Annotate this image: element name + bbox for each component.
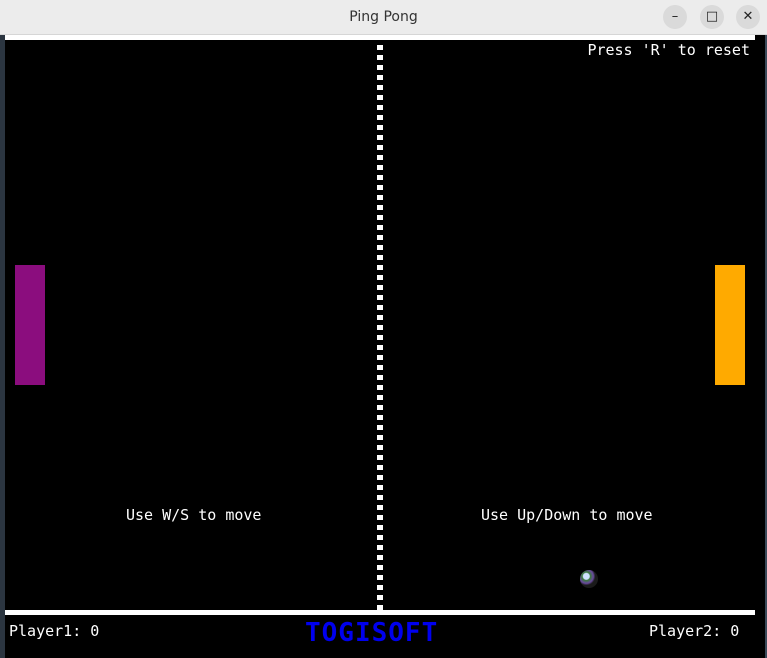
- player2-score: Player2: 0: [649, 622, 740, 640]
- center-net-line: [377, 45, 383, 610]
- window-titlebar: Ping Pong – □ ✕: [0, 0, 767, 35]
- right-paddle: [715, 265, 745, 385]
- brand-logo-text: TOGISOFT: [305, 618, 439, 648]
- minimize-icon[interactable]: –: [663, 5, 687, 29]
- window-title: Ping Pong: [349, 9, 418, 25]
- close-icon[interactable]: ✕: [736, 5, 760, 29]
- player2-controls-hint: Use Up/Down to move: [481, 506, 653, 524]
- top-boundary-line: [5, 35, 755, 40]
- left-paddle: [15, 265, 45, 385]
- bottom-boundary-line: [5, 610, 755, 615]
- game-canvas[interactable]: Press 'R' to reset Use W/S to move Use U…: [5, 35, 765, 658]
- reset-hint: Press 'R' to reset: [587, 41, 750, 59]
- player1-score: Player1: 0: [9, 622, 100, 640]
- player1-controls-hint: Use W/S to move: [126, 506, 262, 524]
- maximize-icon[interactable]: □: [700, 5, 724, 29]
- ball: [580, 570, 598, 588]
